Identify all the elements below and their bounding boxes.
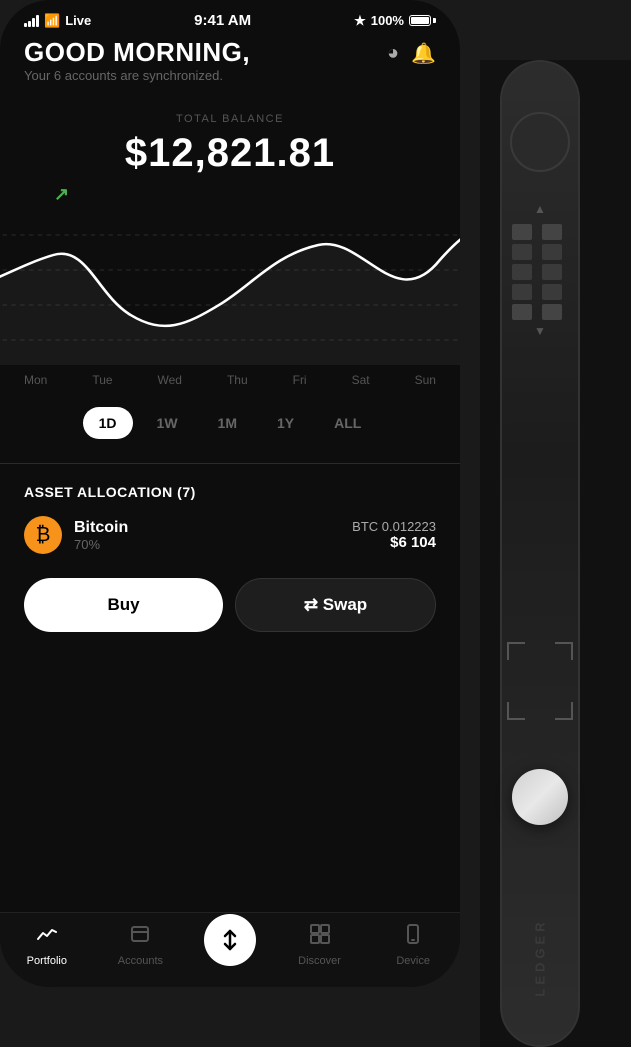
bottom-nav: Portfolio Accounts <box>0 912 460 987</box>
wifi-icon: 📶 <box>44 13 60 29</box>
divider <box>0 463 460 464</box>
time-label: 9:41 AM <box>194 12 251 29</box>
corner-mark-tl <box>507 642 525 660</box>
period-1w[interactable]: 1W <box>141 407 194 439</box>
period-1d[interactable]: 1D <box>83 407 133 439</box>
time-labels: Mon Tue Wed Thu Fri Sat Sun <box>24 365 436 395</box>
discover-label: Discover <box>298 955 341 967</box>
price-chart <box>0 205 460 365</box>
ledger-brand-text: LEDGER <box>533 918 548 996</box>
status-left: 📶 Live <box>24 13 91 29</box>
buy-button[interactable]: Buy <box>24 578 223 632</box>
device-connector-circle <box>512 769 568 825</box>
device-icon-grid <box>512 224 568 320</box>
bitcoin-info: Bitcoin 70% <box>74 519 340 552</box>
balance-amount: $12,821.81 <box>24 131 436 176</box>
portfolio-icon <box>36 923 58 951</box>
status-right: ★ 100% <box>354 13 436 29</box>
phone-container: 📶 Live 9:41 AM ★ 100% GOOD MORNING, Your… <box>0 0 460 987</box>
nav-device[interactable]: Device <box>383 923 443 967</box>
greeting-text: GOOD MORNING, <box>24 37 250 68</box>
bluetooth-icon: ★ <box>354 13 366 29</box>
bitcoin-crypto-amount: BTC 0.012223 <box>352 519 436 534</box>
period-all[interactable]: ALL <box>318 407 377 439</box>
day-sun: Sun <box>415 373 436 387</box>
main-content: GOOD MORNING, Your 6 accounts are synchr… <box>0 37 460 205</box>
corner-mark-tr <box>555 642 573 660</box>
discover-icon <box>309 923 331 951</box>
period-1y[interactable]: 1Y <box>261 407 310 439</box>
device-top-button <box>510 112 570 172</box>
device-pixel-block <box>512 304 532 320</box>
swap-button[interactable]: ⇄ Swap <box>235 578 436 632</box>
device-pixel-block <box>542 224 562 240</box>
signal-icon <box>24 15 39 27</box>
subtitle-text: Your 6 accounts are synchronized. <box>24 68 250 83</box>
nav-accounts[interactable]: Accounts <box>110 923 170 967</box>
content-bottom: Mon Tue Wed Thu Fri Sat Sun 1D 1W 1M 1Y … <box>0 365 460 632</box>
device-up-arrow: ▲ <box>512 202 568 216</box>
chart-icon[interactable]: ◕ <box>387 42 399 65</box>
balance-section: TOTAL BALANCE $12,821.81 <box>24 113 436 176</box>
device-pixel-block <box>512 224 532 240</box>
bitcoin-fiat-amount: $6 104 <box>352 534 436 551</box>
day-mon: Mon <box>24 373 47 387</box>
device-screen-area: ▲ ▼ <box>512 202 568 338</box>
transfer-button[interactable] <box>204 914 256 966</box>
nav-discover[interactable]: Discover <box>290 923 350 967</box>
accounts-label: Accounts <box>118 955 163 967</box>
device-pixel-block <box>512 264 532 280</box>
carrier-label: Live <box>65 13 91 28</box>
device-pixel-block <box>542 244 562 260</box>
bitcoin-name: Bitcoin <box>74 519 340 537</box>
device-body: ▲ ▼ LEDGER <box>500 60 580 1047</box>
balance-change: ↗ <box>24 184 436 205</box>
device-pixel-block <box>542 284 562 300</box>
chart-svg <box>0 205 460 365</box>
device-down-arrow: ▼ <box>512 324 568 338</box>
bitcoin-amounts: BTC 0.012223 $6 104 <box>352 519 436 551</box>
corner-mark-bl <box>507 702 525 720</box>
period-selector: 1D 1W 1M 1Y ALL <box>24 407 436 439</box>
portfolio-label: Portfolio <box>27 955 67 967</box>
balance-label: TOTAL BALANCE <box>24 113 436 125</box>
header-icons: ◕ 🔔 <box>387 41 436 66</box>
device-pixel-block <box>542 304 562 320</box>
nav-portfolio[interactable]: Portfolio <box>17 923 77 967</box>
device-icon <box>402 923 424 951</box>
device-pixel-block <box>512 244 532 260</box>
bitcoin-icon: ₿ <box>24 516 62 554</box>
period-1m[interactable]: 1M <box>202 407 253 439</box>
bell-icon[interactable]: 🔔 <box>411 41 436 66</box>
bitcoin-percentage: 70% <box>74 537 340 552</box>
device-pixel-block <box>542 264 562 280</box>
device-pixel-block <box>512 284 532 300</box>
header-section: GOOD MORNING, Your 6 accounts are synchr… <box>24 37 436 107</box>
battery-label: 100% <box>371 13 404 28</box>
asset-allocation-title: ASSET ALLOCATION (7) <box>24 484 436 500</box>
action-buttons: Buy ⇄ Swap <box>24 578 436 632</box>
corner-mark-br <box>555 702 573 720</box>
bitcoin-asset-item: ₿ Bitcoin 70% BTC 0.012223 $6 104 <box>24 516 436 554</box>
day-thu: Thu <box>227 373 248 387</box>
accounts-icon <box>129 923 151 951</box>
day-tue: Tue <box>92 373 112 387</box>
day-wed: Wed <box>158 373 182 387</box>
day-sat: Sat <box>352 373 370 387</box>
ledger-device: ▲ ▼ LEDGER <box>480 60 631 1047</box>
day-fri: Fri <box>293 373 307 387</box>
battery-icon <box>409 15 436 26</box>
status-bar: 📶 Live 9:41 AM ★ 100% <box>0 0 460 37</box>
device-label: Device <box>396 955 430 967</box>
